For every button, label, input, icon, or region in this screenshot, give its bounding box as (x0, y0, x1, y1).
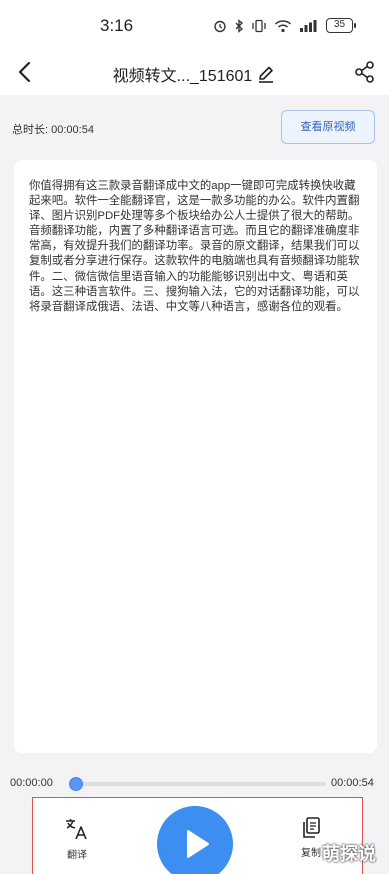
translate-button[interactable]: 翻译 (55, 816, 99, 866)
translate-label: 翻译 (67, 850, 87, 861)
progress-track[interactable] (69, 777, 326, 791)
transcript-text[interactable]: 你值得拥有这三款录音翻译成中文的app一键即可完成转换快收藏起来吧。软件一全能翻… (29, 179, 365, 315)
status-bar: 3:16 35 (0, 0, 389, 50)
share-icon[interactable] (354, 60, 376, 84)
progress-handle[interactable] (69, 777, 83, 791)
play-button[interactable] (157, 806, 233, 874)
view-original-video-button[interactable]: 查看原视频 (281, 110, 375, 144)
bottom-action-panel: 翻译 复制 (32, 797, 363, 874)
title-row: 视频转文..._151601 (0, 62, 389, 86)
info-row: 总时长: 00:00:54 查看原视频 (0, 95, 389, 160)
copy-icon (303, 817, 320, 838)
current-time: 00:00:00 (10, 777, 53, 789)
page-title: 视频转文..._151601 (112, 68, 253, 85)
vibrate-icon (252, 19, 266, 32)
status-time: 3:16 (100, 16, 134, 35)
alarm-icon (214, 20, 226, 32)
total-duration: 总时长: 00:00:54 (12, 124, 94, 136)
nav-bar: 视频转文..._151601 (0, 50, 389, 95)
play-icon (187, 830, 209, 858)
translate-icon (66, 819, 87, 840)
signal-icon (300, 19, 317, 32)
wifi-icon (274, 19, 292, 32)
transcript-card: 你值得拥有这三款录音翻译成中文的app一键即可完成转换快收藏起来吧。软件一全能翻… (14, 160, 377, 753)
edit-pencil-icon[interactable] (256, 64, 276, 84)
bluetooth-icon (235, 18, 243, 33)
total-time: 00:00:54 (331, 777, 374, 789)
battery-indicator: 35 (326, 18, 356, 33)
watermark-text: 萌探说 (322, 844, 376, 864)
status-icons: 35 (213, 18, 356, 33)
player-progress-row: 00:00:00 00:00:54 (0, 765, 389, 795)
